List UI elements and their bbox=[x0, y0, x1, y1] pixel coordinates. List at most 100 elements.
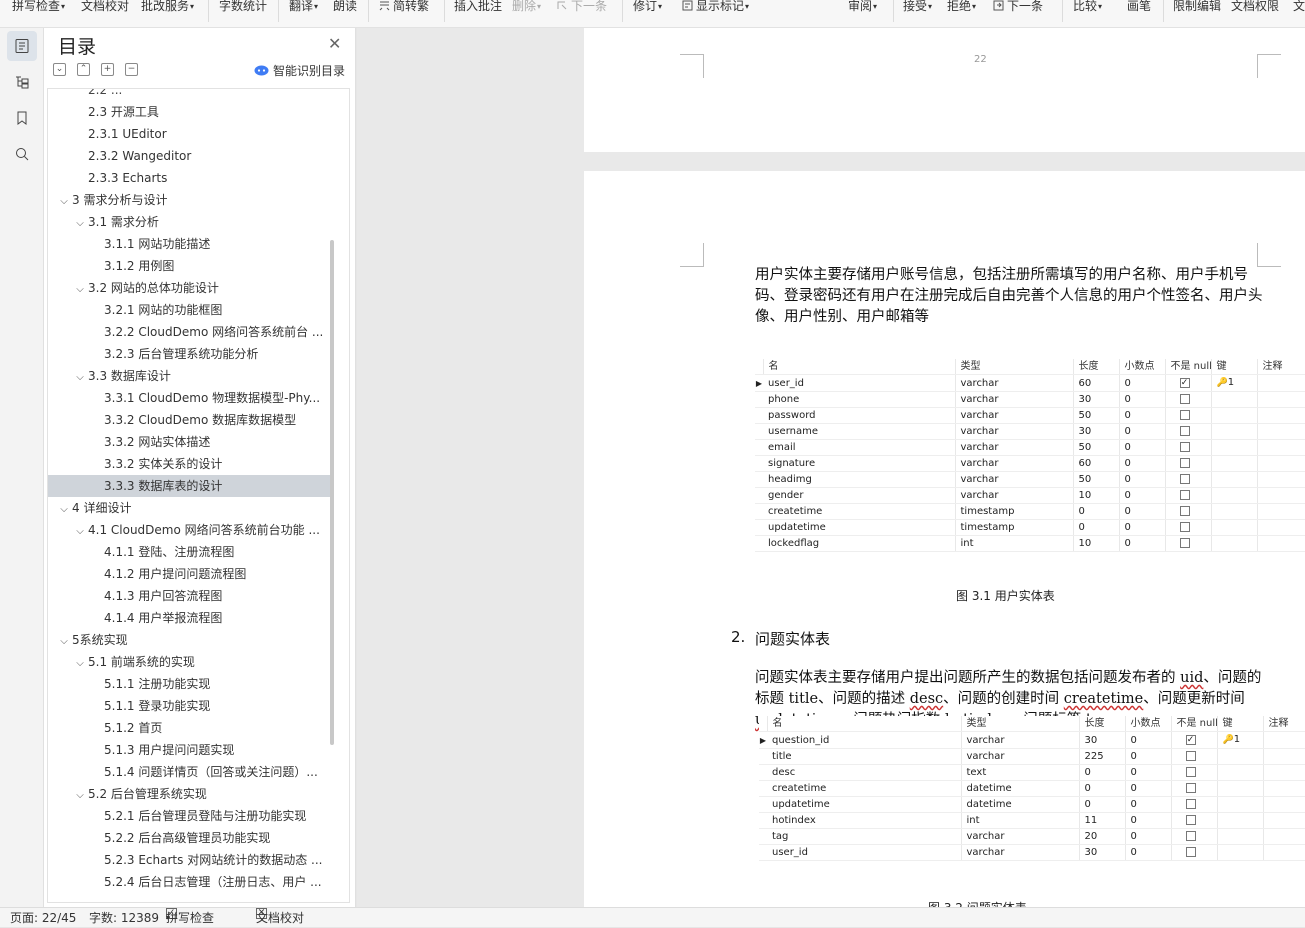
toc-item[interactable]: ⌵ 5系统实现 bbox=[48, 629, 331, 651]
chevron-down-icon[interactable]: ⌵ bbox=[72, 521, 88, 541]
toc-item[interactable]: ⌵ 3 需求分析与设计 bbox=[48, 189, 331, 211]
toc-item[interactable]: 5.1.4 问题详情页（回答或关注问题）... bbox=[48, 761, 331, 783]
read-aloud-button[interactable]: 朗读 bbox=[333, 0, 357, 15]
next-comment-button[interactable]: 下一条 bbox=[556, 0, 607, 15]
not-null-checkbox[interactable] bbox=[1179, 522, 1190, 532]
spell-flagged-word[interactable]: uid bbox=[1180, 670, 1203, 686]
chevron-down-icon[interactable]: ⌵ bbox=[72, 367, 88, 387]
not-null-checkbox[interactable] bbox=[1179, 394, 1190, 404]
not-null-checkbox[interactable] bbox=[1185, 783, 1196, 793]
toc-item[interactable]: 3.3.2 实体关系的设计 bbox=[48, 453, 331, 475]
chevron-down-icon[interactable]: ⌵ bbox=[72, 653, 88, 673]
table-row[interactable]: desc text 0 0 bbox=[759, 764, 1305, 781]
bookmark-rail-button[interactable] bbox=[7, 103, 37, 133]
collapse-all-icon[interactable]: ⌄ bbox=[53, 63, 66, 76]
table-row[interactable]: title varchar 225 0 bbox=[759, 748, 1305, 765]
table-row[interactable]: password varchar 50 0 bbox=[755, 407, 1305, 424]
table-row[interactable]: email varchar 50 0 bbox=[755, 439, 1305, 456]
table-row[interactable]: signature varchar 60 0 bbox=[755, 455, 1305, 472]
toc-item[interactable]: 3.3.2 网站实体描述 bbox=[48, 431, 331, 453]
toc-item[interactable]: 3.3.1 CloudDemo 物理数据模型-Phy... bbox=[48, 387, 331, 409]
pen-button[interactable]: 画笔 bbox=[1127, 0, 1151, 15]
page-indicator[interactable]: 页面: 22/45 bbox=[10, 908, 76, 928]
not-null-checkbox[interactable] bbox=[1179, 506, 1190, 516]
not-null-checkbox[interactable] bbox=[1185, 847, 1196, 857]
toc-item[interactable]: 5.2.4 后台日志管理（注册日志、用户 ... bbox=[48, 871, 331, 893]
delete-comment-button[interactable]: 删除▾ bbox=[512, 0, 541, 15]
toc-item[interactable]: 3.2.3 后台管理系统功能分析 bbox=[48, 343, 331, 365]
table-row[interactable]: ▶ question_id varchar 30 0 ✓ 🔑1 bbox=[759, 731, 1305, 749]
not-null-checkbox[interactable] bbox=[1179, 442, 1190, 452]
table-row[interactable]: gender varchar 10 0 bbox=[755, 487, 1305, 504]
review-pane-button[interactable]: 审阅▾ bbox=[848, 0, 877, 15]
outline-rail-button[interactable] bbox=[7, 67, 37, 97]
toc-item[interactable]: 5.2.3 Echarts 对网站统计的数据动态 ... bbox=[48, 849, 331, 871]
toc-item[interactable]: 4.1.1 登陆、注册流程图 bbox=[48, 541, 331, 563]
not-null-checkbox[interactable] bbox=[1179, 426, 1190, 436]
not-null-checkbox[interactable] bbox=[1185, 799, 1196, 809]
chevron-down-icon[interactable]: ⌵ bbox=[56, 499, 72, 519]
toc-item[interactable]: 3.1.1 网站功能描述 bbox=[48, 233, 331, 255]
track-changes-button[interactable]: 修订▾ bbox=[633, 0, 662, 15]
smart-toc-button[interactable]: 智能识别目录 bbox=[254, 62, 345, 79]
toc-item[interactable]: 3.3.2 CloudDemo 数据库数据模型 bbox=[48, 409, 331, 431]
toc-item[interactable]: 5.1.2 首页 bbox=[48, 717, 331, 739]
table-row[interactable]: updatetime timestamp 0 0 bbox=[755, 519, 1305, 536]
not-null-checkbox[interactable] bbox=[1179, 474, 1190, 484]
toc-item[interactable]: 2.3.2 Wangeditor bbox=[48, 145, 331, 167]
doc-proof-button[interactable]: 文档校对 bbox=[81, 0, 129, 15]
toc-item[interactable]: ⌵ 3.2 网站的总体功能设计 bbox=[48, 277, 331, 299]
toc-item[interactable]: 4.1.3 用户回答流程图 bbox=[48, 585, 331, 607]
word-count-button[interactable]: 字数统计 bbox=[219, 0, 267, 15]
toc-item[interactable]: ⌵ 4.1 CloudDemo 网络问答系统前台功能 ... bbox=[48, 519, 331, 541]
table-row[interactable]: updatetime datetime 0 0 bbox=[759, 796, 1305, 813]
simplified-to-traditional-button[interactable]: 简转繁 bbox=[378, 0, 429, 15]
accept-button[interactable]: 接受▾ bbox=[903, 0, 932, 15]
chevron-down-icon[interactable]: ⌵ bbox=[72, 785, 88, 805]
spell-check-button[interactable]: 拼写检查▾ bbox=[12, 0, 65, 15]
not-null-checkbox[interactable] bbox=[1185, 831, 1196, 841]
toc-item[interactable]: ⌵ 5.2 后台管理系统实现 bbox=[48, 783, 331, 805]
reject-button[interactable]: 拒绝▾ bbox=[947, 0, 976, 15]
insert-comment-button[interactable]: 插入批注 bbox=[454, 0, 502, 15]
compare-button[interactable]: 比较▾ bbox=[1073, 0, 1102, 15]
toc-item[interactable]: 3.1.2 用例图 bbox=[48, 255, 331, 277]
table-row[interactable]: createtime timestamp 0 0 bbox=[755, 503, 1305, 520]
not-null-checkbox[interactable] bbox=[1179, 458, 1190, 468]
table-row[interactable]: username varchar 30 0 bbox=[755, 423, 1305, 440]
add-heading-icon[interactable]: + bbox=[101, 63, 114, 76]
search-rail-button[interactable] bbox=[7, 139, 37, 169]
toc-item[interactable]: 5.2.2 后台高级管理员功能实现 bbox=[48, 827, 331, 849]
toc-item[interactable]: 3.2.1 网站的功能框图 bbox=[48, 299, 331, 321]
toc-item[interactable]: 4.1.4 用户举报流程图 bbox=[48, 607, 331, 629]
toc-item[interactable]: 5.1.1 注册功能实现 bbox=[48, 673, 331, 695]
spell-flagged-word[interactable]: desc bbox=[910, 691, 943, 707]
toc-item[interactable]: 2.3.3 Echarts bbox=[48, 167, 331, 189]
not-null-checkbox[interactable] bbox=[1179, 490, 1190, 500]
overflow-button[interactable]: 文 bbox=[1293, 0, 1305, 15]
not-null-checkbox[interactable]: ✓ bbox=[1185, 734, 1196, 745]
table-row[interactable]: ▶ user_id varchar 60 0 ✓ 🔑1 bbox=[755, 374, 1305, 392]
user-entity-paragraph[interactable]: 用户实体主要存储用户账号信息，包括注册所需填写的用户名称、用户手机号码、登录密码… bbox=[755, 265, 1265, 328]
table-row[interactable]: hotindex int 11 0 bbox=[759, 812, 1305, 829]
not-null-checkbox[interactable] bbox=[1185, 767, 1196, 777]
not-null-checkbox[interactable] bbox=[1185, 815, 1196, 825]
show-markup-button[interactable]: 显示标记▾ bbox=[681, 0, 749, 15]
chevron-down-icon[interactable]: ⌵ bbox=[72, 279, 88, 299]
toc-item[interactable]: ⌵ 3.3 数据库设计 bbox=[48, 365, 331, 387]
toc-item[interactable]: 5.2.1 后台管理员登陆与注册功能实现 bbox=[48, 805, 331, 827]
chevron-down-icon[interactable]: ⌵ bbox=[72, 213, 88, 233]
not-null-checkbox[interactable] bbox=[1185, 751, 1196, 761]
chevron-down-icon[interactable]: ⌵ bbox=[56, 631, 72, 651]
table-row[interactable]: user_id varchar 30 0 bbox=[759, 844, 1305, 861]
spell-flagged-word[interactable]: createtime bbox=[1064, 691, 1143, 707]
toc-item[interactable]: 5.1.3 用户提问问题实现 bbox=[48, 739, 331, 761]
restrict-editing-button[interactable]: 限制编辑 bbox=[1173, 0, 1221, 15]
expand-up-icon[interactable]: ⌃ bbox=[77, 63, 90, 76]
not-null-checkbox[interactable]: ✓ bbox=[1179, 377, 1190, 388]
table-row[interactable]: phone varchar 30 0 bbox=[755, 391, 1305, 408]
chevron-down-icon[interactable]: ⌵ bbox=[56, 191, 72, 211]
toc-item[interactable]: 3.2.2 CloudDemo 网络问答系统前台 ... bbox=[48, 321, 331, 343]
table-row[interactable]: createtime datetime 0 0 bbox=[759, 780, 1305, 797]
remove-heading-icon[interactable]: − bbox=[125, 63, 138, 76]
